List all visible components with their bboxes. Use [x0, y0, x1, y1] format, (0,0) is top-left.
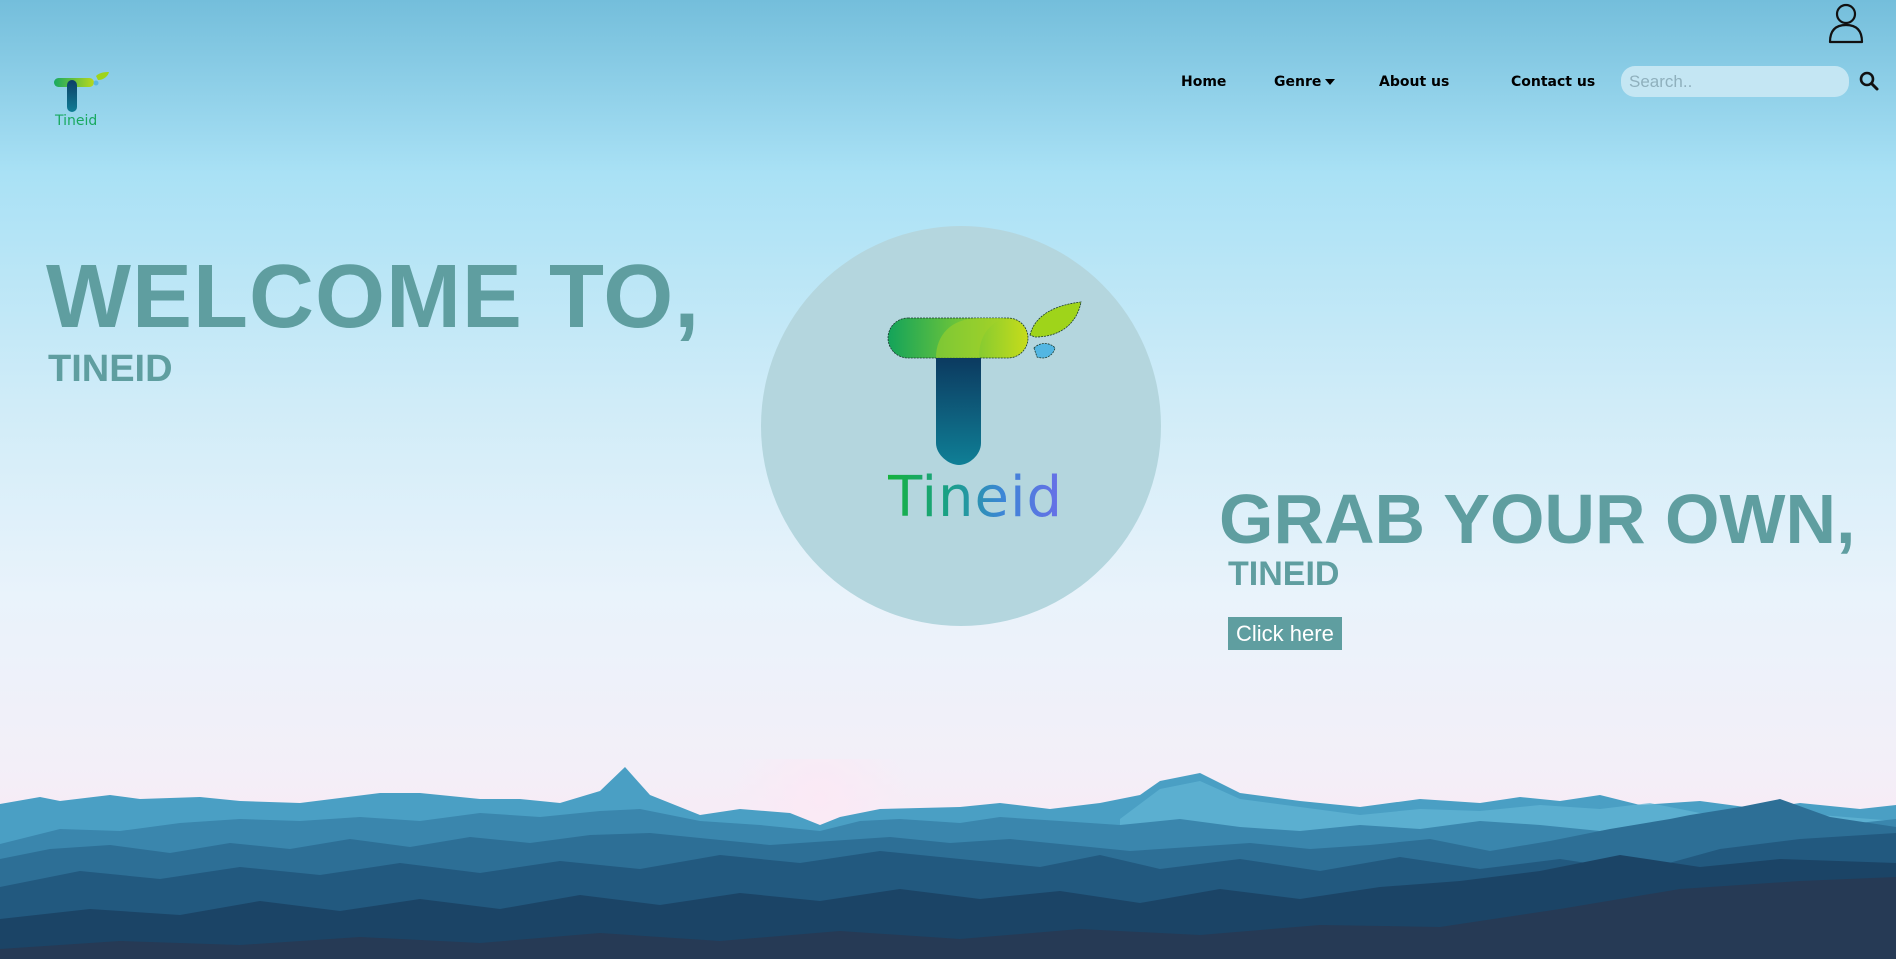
nav-home[interactable]: Home [1181, 74, 1226, 90]
nav-genre-label: Genre [1274, 74, 1322, 90]
click-here-button[interactable]: Click here [1228, 617, 1342, 650]
welcome-subheading: TINEID [48, 348, 173, 390]
welcome-heading: WELCOME TO, [46, 247, 701, 347]
nav-about-us[interactable]: About us [1379, 74, 1449, 90]
large-logo-icon [887, 301, 1082, 465]
logo-text: Tineid [55, 113, 98, 129]
grab-heading: GRAB YOUR OWN, [1219, 480, 1856, 558]
user-icon[interactable] [1824, 0, 1868, 46]
nav-genre[interactable]: Genre [1274, 74, 1336, 90]
large-logo-text: Tineid [888, 465, 1064, 530]
grab-subheading: TINEID [1228, 555, 1340, 593]
mountain-landscape-background [0, 759, 1896, 959]
caret-down-icon [1325, 79, 1336, 85]
search-icon[interactable] [1858, 70, 1880, 92]
search-input[interactable] [1621, 66, 1849, 97]
nav-contact-us[interactable]: Contact us [1511, 74, 1595, 90]
